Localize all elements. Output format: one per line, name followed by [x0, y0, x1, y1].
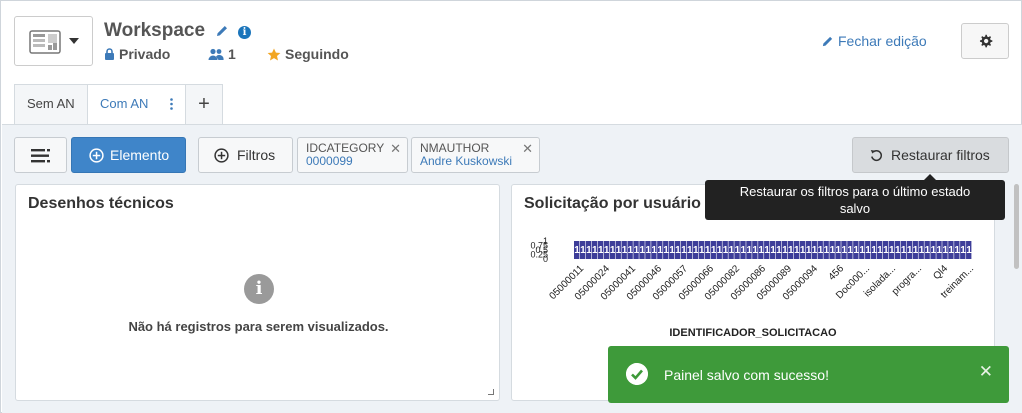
- gear-icon: [979, 34, 993, 48]
- follow-status[interactable]: Seguindo: [267, 46, 349, 62]
- list-menu-icon: [31, 149, 50, 163]
- success-toast: Painel salvo com sucesso! ✕: [608, 346, 1009, 403]
- tooltip-line: salvo: [839, 201, 871, 216]
- tab-com-an[interactable]: Com AN: [87, 84, 186, 125]
- empty-state-message: Não há registros para serem visualizados…: [128, 319, 389, 334]
- plus-circle-icon: [89, 148, 104, 163]
- x-tick-label: Ql4: [931, 263, 950, 282]
- x-tick-label: 456: [827, 263, 847, 283]
- check-circle-icon: [626, 363, 648, 385]
- filters-label: Filtros: [237, 147, 276, 163]
- add-element-label: Elemento: [110, 147, 170, 163]
- members-count[interactable]: 1: [208, 46, 236, 62]
- tab-sem-an[interactable]: Sem AN: [14, 84, 88, 124]
- undo-icon: [870, 149, 882, 161]
- add-element-button[interactable]: Elemento: [71, 137, 186, 173]
- close-icon[interactable]: ✕: [979, 362, 993, 382]
- panel-title: Desenhos técnicos: [28, 195, 174, 212]
- edit-title-icon[interactable]: [215, 24, 229, 38]
- toast-message: Painel salvo com sucesso!: [664, 367, 829, 383]
- dashboard-icon: [29, 30, 61, 54]
- remove-filter-icon[interactable]: ✕: [390, 142, 401, 155]
- page-title: Workspace: [104, 20, 206, 41]
- tooltip-line: Restaurar os filtros para o último estad…: [739, 184, 971, 199]
- bar-chart: 10.750.50.2501 1 1 1 1 1 1 1 1 1 1 1 1 1 1 1 1 1 1 1 1 1 1 1 1 1 1…: [530, 236, 976, 303]
- restore-filters-button[interactable]: Restaurar filtros: [852, 137, 1009, 173]
- chevron-down-icon: [69, 38, 79, 44]
- tab-label: Sem AN: [27, 96, 75, 111]
- restore-filters-label: Restaurar filtros: [891, 147, 990, 163]
- workspace-header: Workspace i Privado 1 Seguindo Fechar ed…: [1, 1, 1021, 84]
- panel-desenhos-tecnicos[interactable]: Desenhos técnicos i Não há registros par…: [15, 184, 500, 401]
- filter-chip-nmauthor[interactable]: NMAUTHOR Andre Kuskowski ✕: [411, 137, 540, 173]
- users-icon: [208, 48, 224, 60]
- filter-value: Andre Kuskowski: [420, 154, 513, 168]
- privacy-status: Privado: [104, 46, 170, 62]
- plus-circle-icon: [214, 148, 229, 163]
- panel-title: Solicitação por usuário: [524, 195, 701, 212]
- filters-button[interactable]: Filtros: [198, 137, 293, 173]
- vertical-scrollbar[interactable]: [1014, 184, 1019, 269]
- kebab-menu-icon[interactable]: [170, 98, 173, 110]
- filter-chip-idcategory[interactable]: IDCATEGORY 0000099 ✕: [297, 137, 408, 173]
- pencil-icon: [822, 36, 833, 47]
- y-tick-label: 0: [543, 254, 548, 264]
- lock-icon: [105, 48, 114, 60]
- close-edit-link[interactable]: Fechar edição: [821, 33, 927, 49]
- resize-handle-icon[interactable]: [488, 389, 494, 395]
- info-icon[interactable]: i: [238, 26, 251, 39]
- layout-menu-button[interactable]: [14, 137, 67, 173]
- privacy-label: Privado: [119, 46, 171, 62]
- data-label: 1: [966, 245, 972, 256]
- x-axis-title: IDENTIFICADOR_SOLICITACAO: [669, 327, 837, 339]
- close-edit-label: Fechar edição: [838, 33, 927, 49]
- filter-value: 0000099: [306, 154, 353, 168]
- follow-label: Seguindo: [285, 46, 349, 62]
- tab-label: Com AN: [100, 96, 149, 111]
- app-frame: Workspace i Privado 1 Seguindo Fechar ed…: [0, 0, 1022, 413]
- remove-filter-icon[interactable]: ✕: [522, 142, 533, 155]
- app-menu-button[interactable]: [14, 16, 93, 66]
- restore-filters-tooltip: Restaurar os filtros para o último estad…: [705, 174, 1005, 220]
- info-circle-icon: i: [244, 274, 274, 304]
- add-tab-button[interactable]: +: [185, 84, 223, 124]
- star-icon: [267, 48, 281, 61]
- settings-button[interactable]: [961, 23, 1009, 59]
- members-label: 1: [228, 46, 236, 62]
